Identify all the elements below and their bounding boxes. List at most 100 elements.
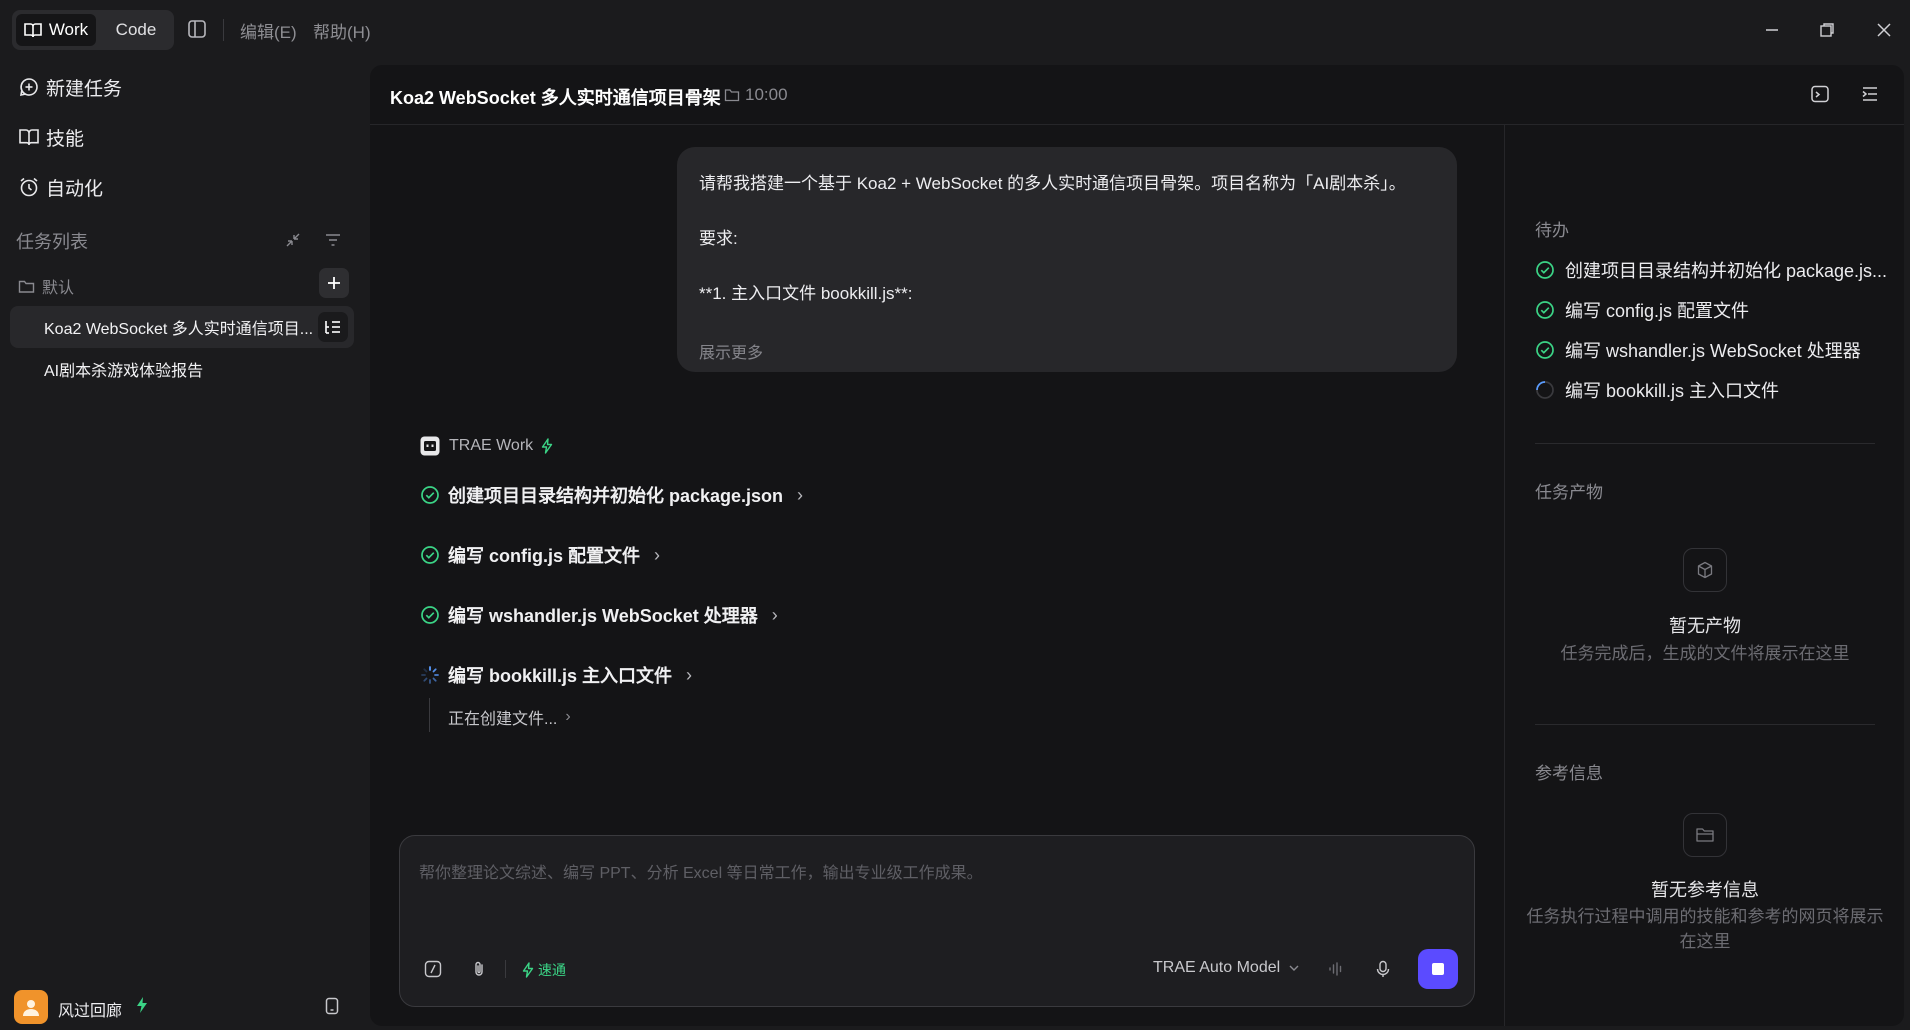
page-title: Koa2 WebSocket 多人实时通信项目骨架: [390, 88, 721, 108]
new-task-button[interactable]: 新建任务: [18, 69, 122, 105]
mode-work-tab[interactable]: Work: [16, 14, 96, 46]
message-line: 请帮我搭建一个基于 Koa2 + WebSocket 的多人实时通信项目骨架。项…: [699, 174, 1406, 193]
sidebar-toggle-icon[interactable]: [186, 18, 208, 40]
terminal-icon[interactable]: [1810, 84, 1830, 104]
folder-icon: [18, 279, 35, 294]
chevron-right-icon: ›: [771, 604, 778, 625]
substep-label: 正在创建文件...: [448, 711, 558, 728]
spinner-icon: [420, 665, 440, 685]
plus-icon: [327, 276, 341, 290]
minimize-icon[interactable]: [1756, 14, 1788, 46]
message-line: **1. 主入口文件 bookkill.js**:: [699, 284, 913, 303]
todo-item: 编写 config.js 配置文件: [1535, 297, 1749, 323]
mode-work-label: Work: [48, 20, 89, 39]
agent-header: TRAE Work: [419, 435, 553, 457]
step-item[interactable]: 编写 wshandler.js WebSocket 处理器 ›: [420, 602, 778, 628]
lightning-icon: [135, 996, 149, 1014]
mode-code-tab[interactable]: Code: [102, 14, 170, 46]
panel-toggle-icon[interactable]: [1860, 84, 1880, 104]
close-icon[interactable]: [1868, 14, 1900, 46]
speed-mode-label: 速通: [538, 962, 566, 978]
step-item[interactable]: 编写 bookkill.js 主入口文件 ›: [420, 662, 692, 688]
task-item-koa2[interactable]: Koa2 WebSocket 多人实时通信项目...: [10, 306, 354, 348]
divider: [1535, 724, 1875, 725]
check-circle-icon: [1535, 300, 1555, 320]
group-default-label: 默认: [42, 280, 75, 297]
collapse-icon[interactable]: [284, 231, 302, 249]
show-more-link[interactable]: 展示更多: [699, 339, 763, 363]
todo-label: 编写 wshandler.js WebSocket 处理器: [1565, 341, 1861, 361]
lightning-icon: [522, 962, 534, 978]
artifacts-title: 任务产物: [1535, 483, 1603, 502]
todo-item: 编写 bookkill.js 主入口文件: [1535, 377, 1779, 403]
menu-help[interactable]: 帮助(H): [313, 18, 371, 43]
avatar[interactable]: [14, 990, 48, 1024]
restore-icon[interactable]: [1811, 14, 1843, 46]
waveform-icon[interactable]: [1327, 960, 1345, 978]
model-selector[interactable]: TRAE Auto Model: [1153, 959, 1300, 977]
chevron-right-icon: ›: [654, 544, 661, 565]
chevron-down-icon: [1288, 964, 1300, 972]
todo-label: 创建项目目录结构并初始化 package.js...: [1565, 261, 1888, 281]
chevron-right-icon: ›: [565, 708, 571, 725]
phone-icon[interactable]: [324, 997, 340, 1015]
step-label: 编写 wshandler.js WebSocket 处理器: [448, 606, 758, 626]
todo-item: 编写 wshandler.js WebSocket 处理器: [1535, 337, 1861, 363]
task-item-label: AI剧本杀游戏体验报告: [44, 363, 204, 380]
skills-label: 技能: [46, 128, 85, 150]
agent-name: TRAE Work: [449, 437, 534, 454]
new-task-icon: [18, 76, 40, 98]
skills-nav[interactable]: 技能: [18, 119, 84, 155]
trae-logo-icon: [419, 435, 441, 457]
todo-title: 待办: [1535, 221, 1569, 240]
microphone-icon[interactable]: [1374, 960, 1392, 978]
chevron-right-icon: ›: [797, 484, 804, 505]
divider: [223, 19, 224, 41]
step-item[interactable]: 创建项目目录结构并初始化 package.json ›: [420, 482, 803, 508]
task-list-icon[interactable]: [318, 312, 348, 342]
paperclip-icon[interactable]: [470, 960, 488, 978]
new-task-label: 新建任务: [46, 78, 123, 100]
stop-button[interactable]: [1418, 949, 1458, 989]
divider: [1535, 443, 1875, 444]
speed-mode-toggle[interactable]: 速通: [522, 960, 566, 980]
check-circle-icon: [420, 605, 440, 625]
todo-label: 编写 config.js 配置文件: [1565, 301, 1750, 321]
check-circle-icon: [1535, 260, 1555, 280]
artifacts-empty-title: 暂无产物: [1669, 616, 1741, 636]
todo-label: 编写 bookkill.js 主入口文件: [1565, 381, 1780, 401]
book-open-icon: [18, 126, 40, 148]
step-label: 编写 bookkill.js 主入口文件: [448, 666, 673, 686]
menu-edit[interactable]: 编辑(E): [240, 18, 297, 43]
folder-icon: [1683, 813, 1727, 857]
filter-icon[interactable]: [324, 231, 342, 249]
artifacts-empty-sub: 任务完成后，生成的文件将展示在这里: [1560, 644, 1850, 663]
loading-circle-icon: [1535, 380, 1555, 400]
task-time-label: 10:00: [745, 85, 788, 104]
message-line: 要求:: [699, 229, 738, 248]
alarm-clock-icon: [18, 176, 40, 198]
check-circle-icon: [1535, 340, 1555, 360]
add-task-button[interactable]: [319, 268, 349, 298]
task-time: 10:00: [724, 85, 788, 105]
substep-item[interactable]: 正在创建文件... ›: [448, 705, 571, 729]
slash-command-icon[interactable]: [424, 960, 442, 978]
composer-input[interactable]: 帮你整理论文综述、编写 PPT、分析 Excel 等日常工作，输出专业级工作成果…: [419, 859, 983, 883]
folder-icon: [724, 88, 740, 102]
task-item-ai-report[interactable]: AI剧本杀游戏体验报告: [10, 348, 354, 390]
mode-switcher: Work Code: [12, 10, 174, 50]
group-default[interactable]: 默认: [18, 274, 74, 298]
box-icon: [1683, 548, 1727, 592]
reference-title: 参考信息: [1535, 764, 1603, 783]
user-message: 请帮我搭建一个基于 Koa2 + WebSocket 的多人实时通信项目骨架。项…: [677, 147, 1457, 372]
chevron-right-icon: ›: [686, 664, 693, 685]
user-name: 风过回廊: [58, 1003, 123, 1020]
automation-nav[interactable]: 自动化: [18, 169, 103, 205]
stop-icon: [1432, 963, 1444, 975]
automation-label: 自动化: [46, 178, 104, 200]
step-item[interactable]: 编写 config.js 配置文件 ›: [420, 542, 660, 568]
reference-empty-title: 暂无参考信息: [1651, 880, 1759, 900]
step-label: 创建项目目录结构并初始化 package.json: [448, 486, 784, 506]
check-circle-icon: [420, 545, 440, 565]
right-panel: 待办 创建项目目录结构并初始化 package.js... 编写 config.…: [1504, 125, 1904, 1026]
